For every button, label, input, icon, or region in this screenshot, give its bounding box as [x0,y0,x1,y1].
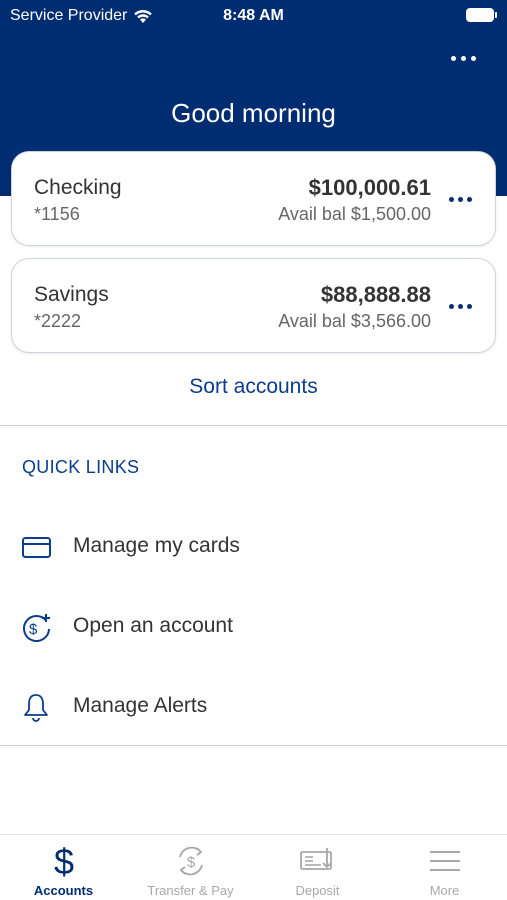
available-balance-value: $1,500.00 [350,204,431,224]
account-name: Checking [34,176,122,199]
app-screen: Service Provider 8:48 AM Good morning Ch… [0,0,507,900]
svg-text:$: $ [29,621,38,638]
svg-text:$: $ [53,843,73,879]
hamburger-menu-icon [381,843,507,879]
divider [0,425,507,426]
account-balance: $100,000.61 [308,175,431,200]
available-balance: Avail bal $3,566.00 [278,311,431,332]
quick-link-label: Open an account [73,614,233,637]
more-dot [457,303,463,309]
battery-icon [466,8,497,22]
more-horizontal-icon [450,55,456,61]
more-horizontal-icon [448,303,454,309]
quick-links-heading: QUICK LINKS [22,457,140,477]
greeting: Good morning [171,98,336,128]
account-number: *1156 [34,204,80,224]
sort-accounts-link[interactable]: Sort accounts [0,375,507,399]
tab-deposit[interactable]: Deposit [254,835,381,900]
quick-link-label: Manage Alerts [73,694,208,717]
more-dot [466,303,472,309]
svg-text:$: $ [186,854,195,871]
bell-icon [24,694,48,722]
account-number: *2222 [34,311,82,331]
tab-transfer-pay[interactable]: $ Transfer & Pay [127,835,254,900]
more-dot [457,196,463,202]
account-card-savings[interactable]: Savings *2222 $88,888.88 Avail bal $3,566… [11,258,496,353]
more-dot [466,196,472,202]
account-more-button[interactable] [445,190,475,208]
quick-link-manage-cards[interactable]: Manage my cards [0,518,507,574]
tab-bar: $ Accounts $ Transfer & Pay Deposit More [0,834,507,900]
account-balance: $88,888.88 [320,282,431,307]
status-time: 8:48 AM [223,7,284,24]
check-deposit-icon [254,843,381,879]
tab-label: Accounts [33,883,94,898]
available-balance-label: Avail bal [278,204,346,224]
tab-more[interactable]: More [381,835,507,900]
account-card-checking[interactable]: Checking *1156 $100,000.61 Avail bal $1,5… [11,151,496,246]
tab-label: Deposit [295,883,340,898]
more-dot [460,55,466,61]
divider [0,745,507,746]
tab-label: Transfer & Pay [147,883,234,898]
header-more-button[interactable] [443,48,483,68]
quick-link-label: Manage my cards [73,534,240,557]
available-balance: Avail bal $1,500.00 [278,204,431,225]
account-name: Savings [34,283,109,306]
more-horizontal-icon [448,196,454,202]
transfer-dollar-icon: $ [127,843,254,879]
status-bar: Service Provider 8:48 AM [0,0,507,32]
available-balance-label: Avail bal [278,311,346,331]
account-more-button[interactable] [445,297,475,315]
quick-link-manage-alerts[interactable]: Manage Alerts [0,678,507,734]
available-balance-value: $3,566.00 [350,311,431,331]
credit-card-icon [22,537,51,558]
tab-label: More [429,883,460,898]
dollar-plus-icon: $ [23,614,50,642]
more-dot [470,55,476,61]
dollar-icon: $ [0,843,127,879]
tab-accounts[interactable]: $ Accounts [0,835,127,900]
quick-link-open-account[interactable]: $ Open an account [0,598,507,654]
